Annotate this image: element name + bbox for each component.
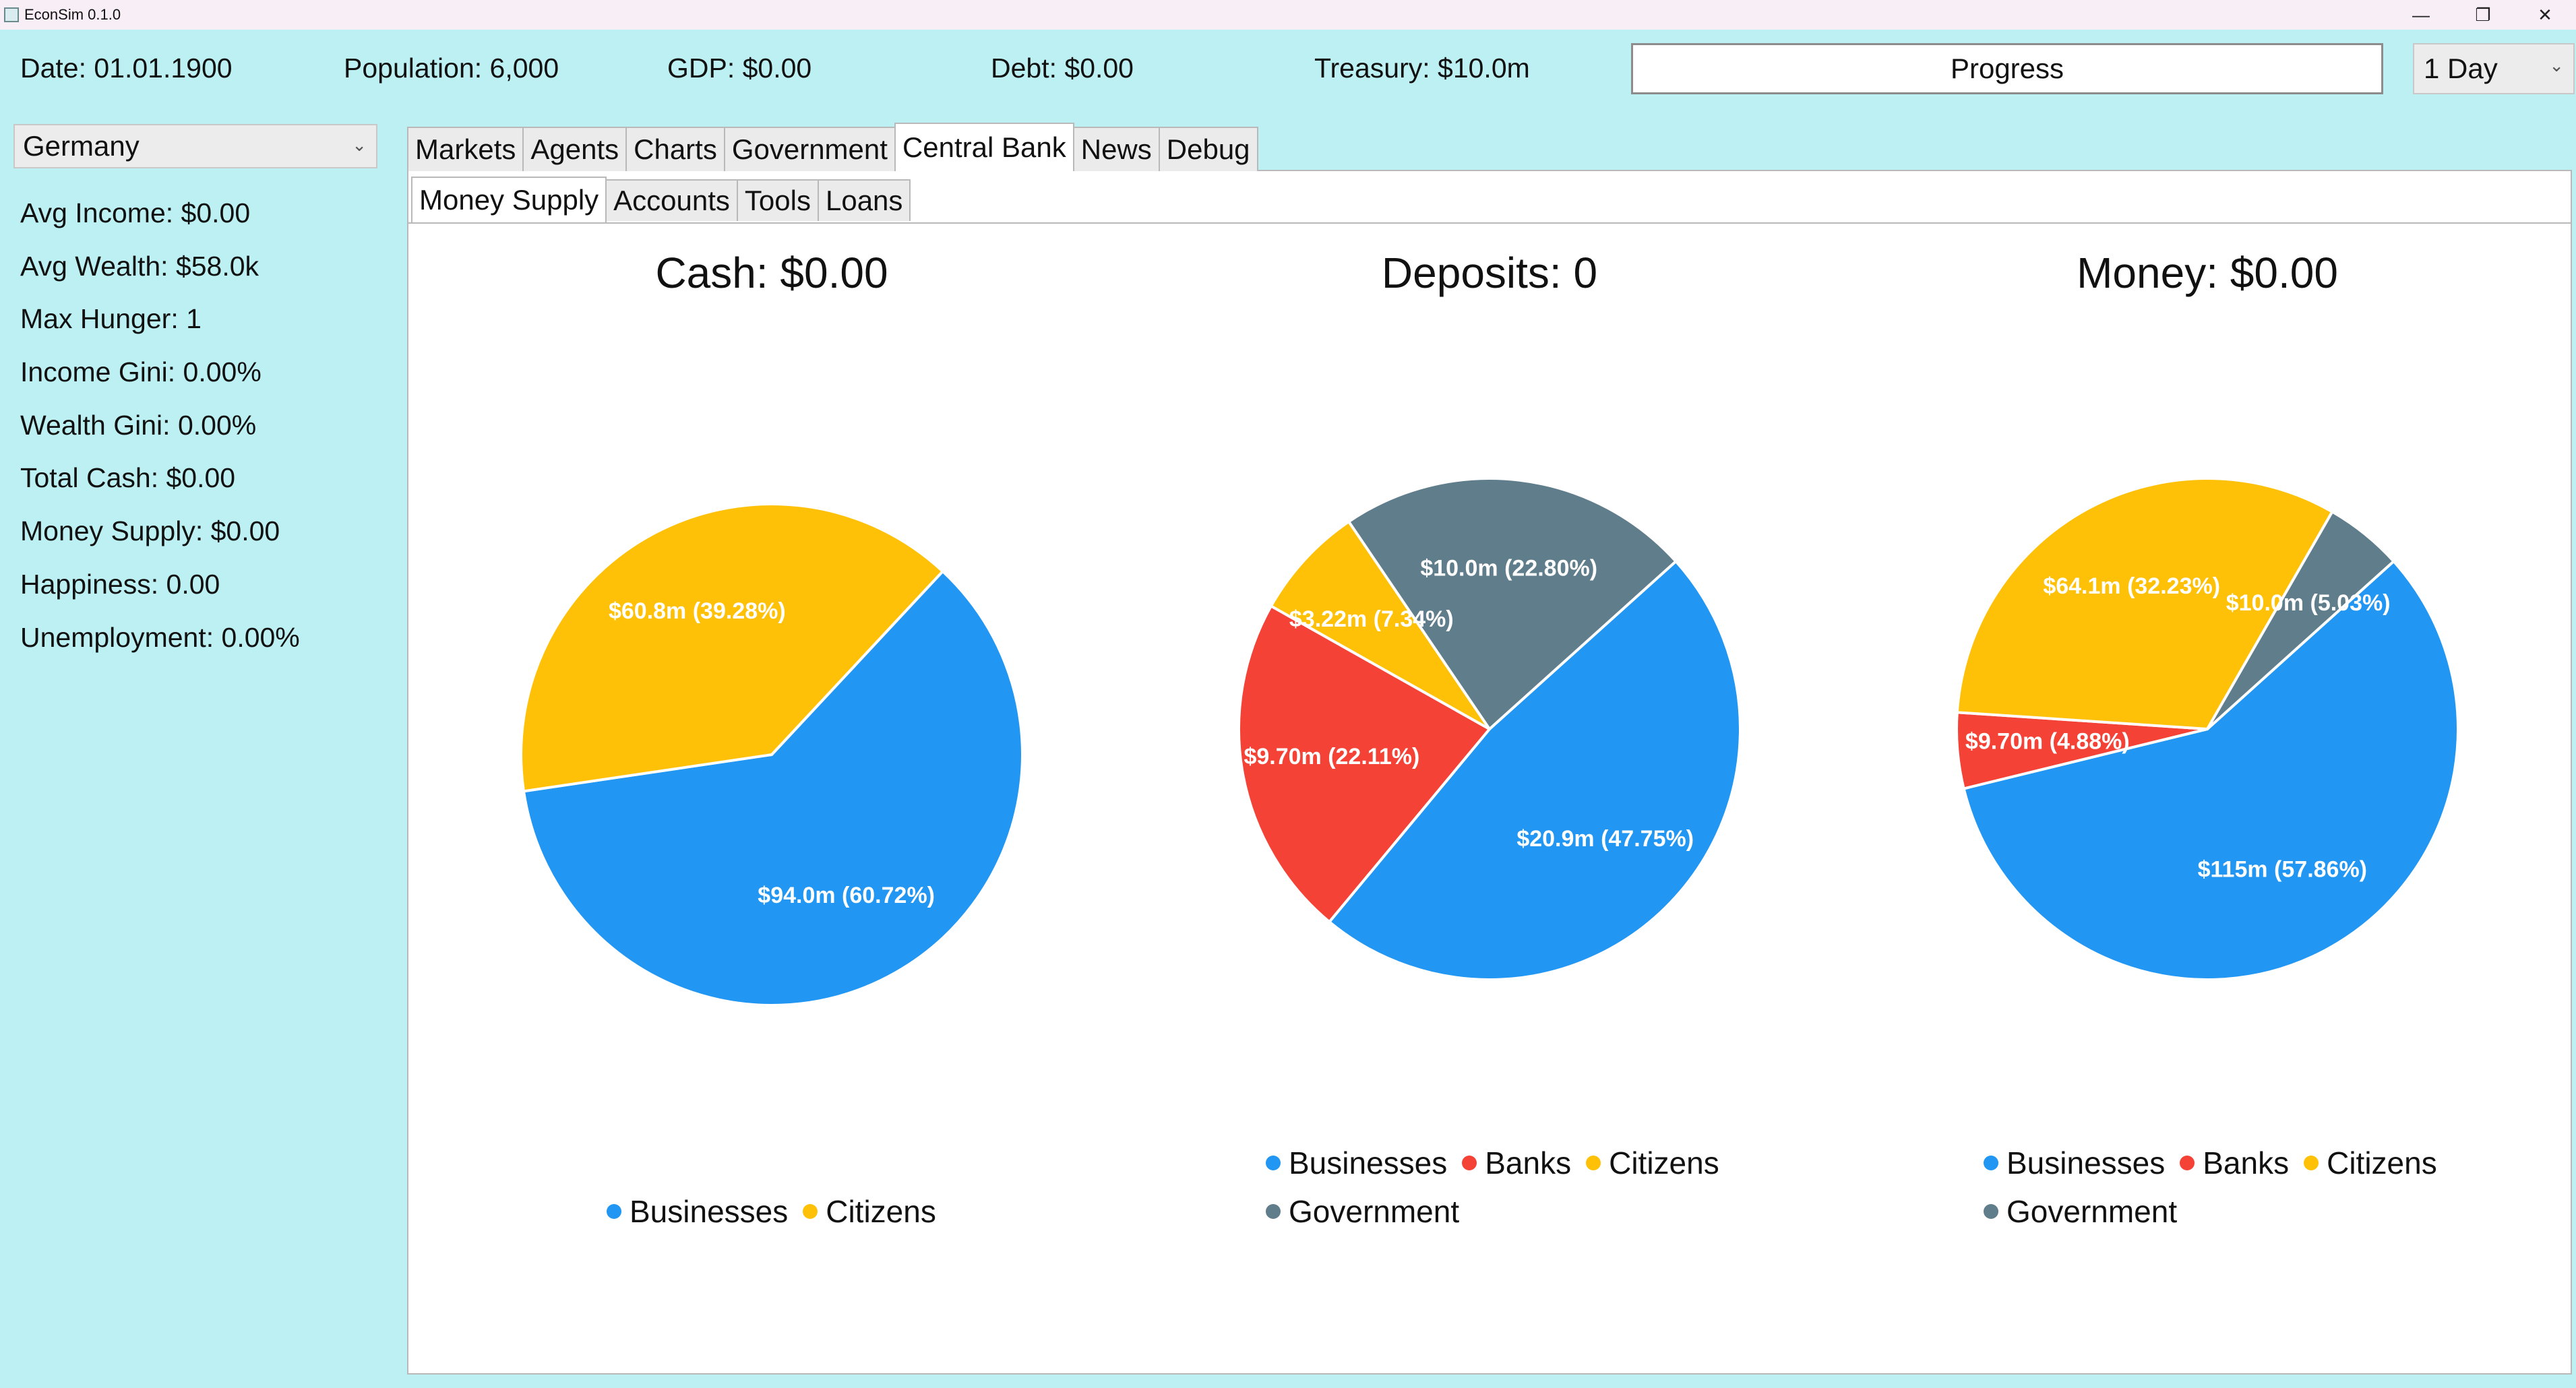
restore-button[interactable]: ❐: [2452, 0, 2514, 30]
pie-label-citizens: $64.1m (32.23%): [2043, 573, 2220, 599]
legend-row: Government: [1266, 1187, 1734, 1236]
legend-dot-icon: [2180, 1156, 2195, 1170]
legend-row: Businesses Banks Citizens: [1984, 1139, 2452, 1187]
legend-item-banks[interactable]: Banks: [2180, 1145, 2289, 1181]
legend-label: Citizens: [1609, 1145, 1719, 1180]
legend-dot-icon: [1266, 1156, 1281, 1170]
stat-avg-wealth: Avg Wealth: $58.0k: [20, 250, 259, 282]
progress-button[interactable]: Progress: [1631, 43, 2383, 94]
legend-dot-icon: [1266, 1204, 1281, 1219]
chevron-down-icon: ⌄: [2549, 55, 2564, 75]
stat-max-hunger: Max Hunger: 1: [20, 303, 202, 335]
stat-money-supply: Money Supply: $0.00: [20, 515, 280, 547]
legend-dot-icon: [803, 1204, 818, 1219]
deposits-legend: Businesses Banks Citizens Government: [1266, 1139, 1734, 1236]
gdp-label: GDP: $0.00: [667, 53, 812, 84]
legend-row: Government: [1984, 1187, 2452, 1236]
tab-money-supply[interactable]: Money Supply: [411, 177, 607, 222]
tab-markets[interactable]: Markets: [407, 127, 524, 171]
tab-debug[interactable]: Debug: [1158, 127, 1258, 171]
date-label: Date: 01.01.1900: [20, 53, 233, 84]
legend-label: Citizens: [2327, 1145, 2437, 1180]
country-stats: Avg Income: $0.00 Avg Wealth: $58.0k Max…: [20, 195, 300, 672]
legend-item-citizens[interactable]: Citizens: [803, 1193, 936, 1230]
legend-row: Businesses Banks Citizens: [1266, 1139, 1734, 1187]
legend-label: Businesses: [630, 1194, 789, 1229]
tab-central-bank[interactable]: Central Bank: [894, 123, 1074, 171]
legend-label: Government: [1289, 1194, 1460, 1229]
sub-tab-bar: Money Supply Accounts Tools Loans: [411, 177, 911, 224]
title-bar: EconSim 0.1.0 — ❐ ✕: [0, 0, 2576, 30]
legend-label: Citizens: [826, 1194, 936, 1229]
stat-avg-income: Avg Income: $0.00: [20, 197, 251, 228]
cash-chart-title: Cash: $0.00: [655, 249, 888, 297]
legend-item-businesses[interactable]: Businesses: [1984, 1145, 2165, 1181]
window-controls: — ❐ ✕: [2390, 0, 2576, 30]
pie-label-government: $10.0m (22.80%): [1420, 556, 1597, 581]
close-button[interactable]: ✕: [2514, 0, 2576, 30]
pie-label-businesses: $20.9m (47.75%): [1516, 826, 1694, 852]
pie-label-businesses: $115m (57.86%): [2198, 856, 2367, 882]
pie-label-businesses: $94.0m (60.72%): [758, 883, 935, 908]
money-legend: Businesses Banks Citizens Government: [1984, 1139, 2452, 1236]
tab-loans[interactable]: Loans: [817, 179, 911, 221]
legend-label: Government: [2006, 1194, 2178, 1229]
minimize-button[interactable]: —: [2390, 0, 2452, 30]
country-dropdown[interactable]: Germany ⌄: [13, 124, 377, 168]
legend-item-government[interactable]: Government: [1266, 1193, 1459, 1230]
tab-accounts[interactable]: Accounts: [605, 179, 738, 221]
tab-government[interactable]: Government: [723, 127, 896, 171]
debt-label: Debt: $0.00: [991, 53, 1134, 84]
stat-unemployment: Unemployment: 0.00%: [20, 621, 300, 653]
tab-agents[interactable]: Agents: [522, 127, 627, 171]
legend-dot-icon: [1462, 1156, 1477, 1170]
legend-item-banks[interactable]: Banks: [1462, 1145, 1571, 1181]
population-label: Population: 6,000: [344, 53, 559, 84]
deposits-pie-chart: $20.9m (47.75%) $9.70m (22.11%) $3.22m (7.…: [1237, 477, 1742, 981]
stat-total-cash: Total Cash: $0.00: [20, 462, 236, 494]
speed-dropdown[interactable]: 1 Day ⌄: [2413, 43, 2575, 94]
window-title: EconSim 0.1.0: [24, 6, 121, 23]
main-tab-bar: Markets Agents Charts Government Central…: [407, 123, 1258, 171]
speed-value: 1 Day: [2424, 53, 2498, 84]
tab-tools[interactable]: Tools: [736, 179, 819, 221]
cash-legend: Businesses Citizens: [607, 1187, 951, 1236]
pie-label-citizens: $60.8m (39.28%): [609, 598, 786, 624]
legend-dot-icon: [2304, 1156, 2319, 1170]
deposits-chart-title: Deposits: 0: [1381, 249, 1598, 297]
legend-label: Banks: [1485, 1145, 1572, 1180]
legend-dot-icon: [1984, 1204, 1998, 1219]
pie-label-government: $10.0m (5.03%): [2226, 590, 2391, 616]
legend-item-businesses[interactable]: Businesses: [1266, 1145, 1447, 1181]
tab-news[interactable]: News: [1072, 127, 1160, 171]
stat-happiness: Happiness: 0.00: [20, 568, 220, 600]
money-chart-title: Money: $0.00: [2077, 249, 2338, 297]
legend-item-citizens[interactable]: Citizens: [2304, 1145, 2437, 1181]
tab-charts[interactable]: Charts: [625, 127, 725, 171]
legend-label: Businesses: [2006, 1145, 2166, 1180]
legend-row: Businesses Citizens: [607, 1187, 951, 1236]
stat-income-gini: Income Gini: 0.00%: [20, 356, 262, 388]
legend-dot-icon: [1984, 1156, 1998, 1170]
money-pie-chart: $115m (57.86%) $9.70m (4.88%) $64.1m (32.2…: [1955, 477, 2459, 981]
legend-item-citizens[interactable]: Citizens: [1586, 1145, 1719, 1181]
legend-label: Banks: [2203, 1145, 2290, 1180]
legend-dot-icon: [607, 1204, 621, 1219]
pie-label-banks: $9.70m (4.88%): [1965, 729, 2130, 755]
legend-dot-icon: [1586, 1156, 1601, 1170]
country-value: Germany: [23, 130, 140, 162]
treasury-label: Treasury: $10.0m: [1314, 53, 1530, 84]
app-icon: [4, 7, 19, 22]
cash-pie-chart: $94.0m (60.72%) $60.8m (39.28%): [520, 503, 1024, 1007]
pie-label-citizens: $3.22m (7.34%): [1289, 606, 1454, 632]
stat-wealth-gini: Wealth Gini: 0.00%: [20, 409, 257, 441]
legend-label: Businesses: [1289, 1145, 1448, 1180]
chevron-down-icon: ⌄: [352, 135, 367, 155]
legend-item-government[interactable]: Government: [1984, 1193, 2177, 1230]
pie-label-banks: $9.70m (22.11%): [1244, 744, 1419, 769]
legend-item-businesses[interactable]: Businesses: [607, 1193, 788, 1230]
